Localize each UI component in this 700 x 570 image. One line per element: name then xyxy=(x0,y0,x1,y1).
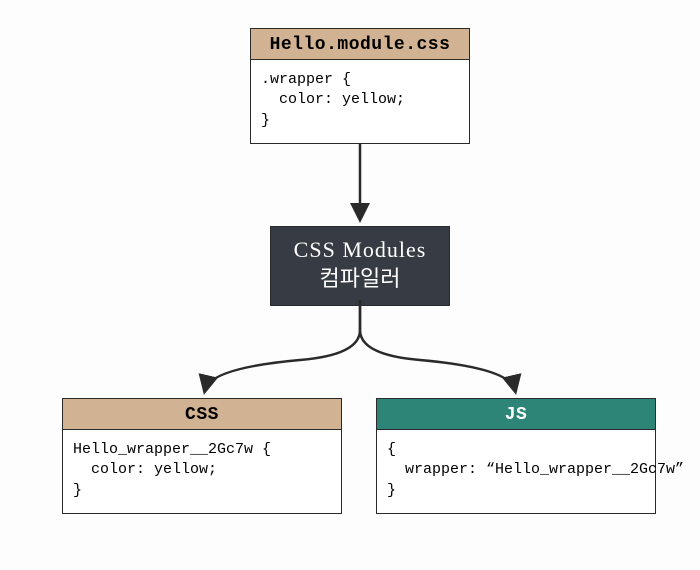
js-output-box: JS { wrapper: “Hello_wrapper__2Gc7w” } xyxy=(376,398,656,514)
arrow-compiler-to-js xyxy=(360,300,515,390)
source-file-title: Hello.module.css xyxy=(251,29,469,60)
compiler-subtitle: 컴파일러 xyxy=(289,261,431,293)
source-file-box: Hello.module.css .wrapper { color: yello… xyxy=(250,28,470,144)
css-output-code: Hello_wrapper__2Gc7w { color: yellow; } xyxy=(63,430,341,513)
compiler-title: CSS Modules xyxy=(289,237,431,263)
arrow-compiler-to-css xyxy=(205,300,360,390)
js-output-title: JS xyxy=(377,399,655,430)
diagram-canvas: Hello.module.css .wrapper { color: yello… xyxy=(0,0,700,570)
js-output-code: { wrapper: “Hello_wrapper__2Gc7w” } xyxy=(377,430,655,513)
source-file-code: .wrapper { color: yellow; } xyxy=(251,60,469,143)
css-output-title: CSS xyxy=(63,399,341,430)
css-output-box: CSS Hello_wrapper__2Gc7w { color: yellow… xyxy=(62,398,342,514)
compiler-box: CSS Modules 컴파일러 xyxy=(270,226,450,306)
